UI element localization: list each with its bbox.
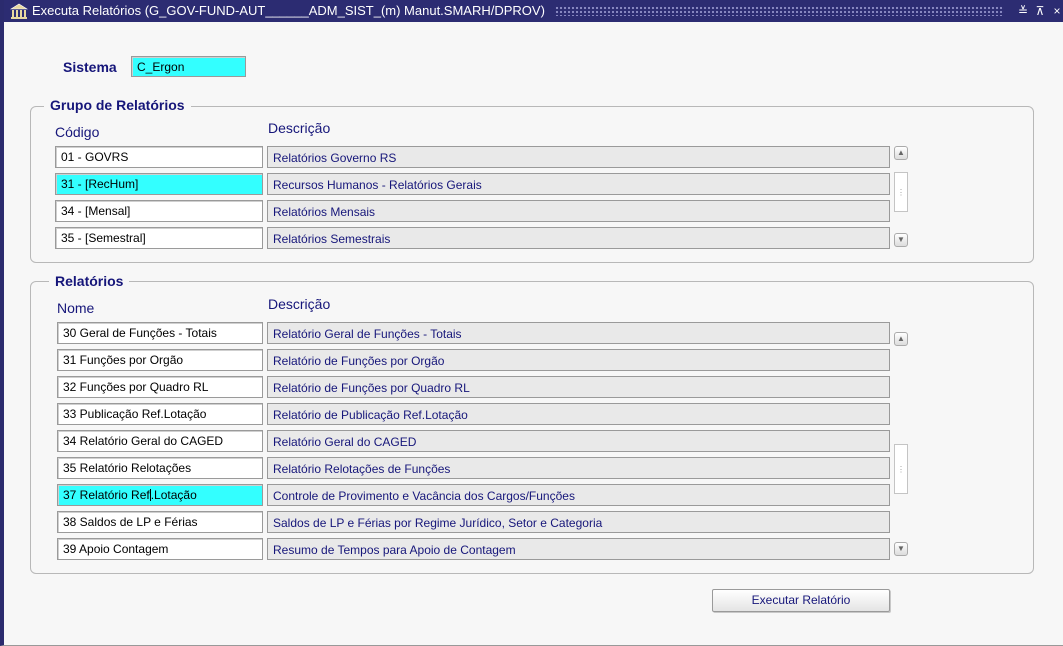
relatorio-descricao-field: Relatório Relotações de Funções xyxy=(267,457,890,479)
sistema-label: Sistema xyxy=(63,59,117,75)
relatorio-nome-field[interactable]: 35 Relatório Relotações xyxy=(57,457,263,479)
relatorio-descricao-field: Relatório de Publicação Ref.Lotação xyxy=(267,403,890,425)
relatorio-nome-field[interactable]: 33 Publicação Ref.Lotação xyxy=(57,403,263,425)
sistema-field[interactable]: C_Ergon xyxy=(131,56,246,77)
report-window: Executa Relatórios (G_GOV-FUND-AUT______… xyxy=(0,0,1063,646)
relatorio-descricao-field: Relatório Geral do CAGED xyxy=(267,430,890,452)
relatorio-nome-field[interactable]: 31 Funções por Orgão xyxy=(57,349,263,371)
title-bar-texture xyxy=(554,6,1004,16)
close-icon[interactable]: × xyxy=(1050,0,1063,22)
relatorios-title: Relatórios xyxy=(49,273,130,289)
grupo-descricao-field: Recursos Humanos - Relatórios Gerais xyxy=(267,173,890,195)
grupo-codigo-field[interactable]: 34 - [Mensal] xyxy=(55,200,263,222)
relatorio-descricao-field: Resumo de Tempos para Apoio de Contagem xyxy=(267,538,890,560)
relatorio-nome-field[interactable]: 30 Geral de Funções - Totais xyxy=(57,322,263,344)
grupo-codigo-field[interactable]: 01 - GOVRS xyxy=(55,146,263,168)
relatorio-descricao-field: Saldos de LP e Férias por Regime Jurídic… xyxy=(267,511,890,533)
relatorios-scroll-thumb[interactable]: ⋮ xyxy=(894,444,908,494)
relatorio-nome-text: .Lotação xyxy=(150,488,197,502)
grupo-scroll-down-icon[interactable]: ▼ xyxy=(894,233,908,247)
relatorio-nome-text: 37 Relatório Ref xyxy=(63,488,150,502)
grupo-codigo-field[interactable]: 31 - [RecHum] xyxy=(55,173,263,195)
oracle-forms-icon xyxy=(9,3,29,19)
relatorio-nome-field[interactable]: 32 Funções por Quadro RL xyxy=(57,376,263,398)
codigo-header: Código xyxy=(55,124,100,140)
relatorios-scroll-down-icon[interactable]: ▼ xyxy=(894,542,908,556)
relatorio-nome-field[interactable]: 38 Saldos de LP e Férias xyxy=(57,511,263,533)
grupo-descricao-field: Relatórios Governo RS xyxy=(267,146,890,168)
relatorio-descricao-field: Relatório de Funções por Orgão xyxy=(267,349,890,371)
grupo-scroll-up-icon[interactable]: ▲ xyxy=(894,146,908,160)
title-bar[interactable]: Executa Relatórios (G_GOV-FUND-AUT______… xyxy=(4,0,1063,22)
relatorio-descricao-field: Relatório de Funções por Quadro RL xyxy=(267,376,890,398)
relatorio-nome-field[interactable]: 34 Relatório Geral do CAGED xyxy=(57,430,263,452)
window-title: Executa Relatórios (G_GOV-FUND-AUT______… xyxy=(32,3,545,18)
relatorio-descricao-field: Relatório Geral de Funções - Totais xyxy=(267,322,890,344)
descricao-header-grupo: Descrição xyxy=(268,120,331,136)
executar-relatorio-button[interactable]: Executar Relatório xyxy=(712,589,890,612)
grupo-relatorios-title: Grupo de Relatórios xyxy=(44,97,191,113)
grupo-descricao-field: Relatórios Semestrais xyxy=(267,227,890,249)
grupo-codigo-field[interactable]: 35 - [Semestral] xyxy=(55,227,263,249)
descricao-header-relatorios: Descrição xyxy=(268,296,331,312)
nome-header: Nome xyxy=(57,300,95,316)
minimize-icon[interactable]: ≚ xyxy=(1016,0,1030,22)
grupo-descricao-field: Relatórios Mensais xyxy=(267,200,890,222)
relatorio-descricao-field: Controle de Provimento e Vacância dos Ca… xyxy=(267,484,890,506)
relatorios-scroll-up-icon[interactable]: ▲ xyxy=(894,332,908,346)
relatorio-nome-field[interactable]: 39 Apoio Contagem xyxy=(57,538,263,560)
grupo-scroll-thumb[interactable]: ⋮ xyxy=(894,172,908,212)
maximize-icon[interactable]: ⊼ xyxy=(1033,0,1047,22)
relatorio-nome-field[interactable]: 37 Relatório Ref.Lotação xyxy=(57,484,263,506)
